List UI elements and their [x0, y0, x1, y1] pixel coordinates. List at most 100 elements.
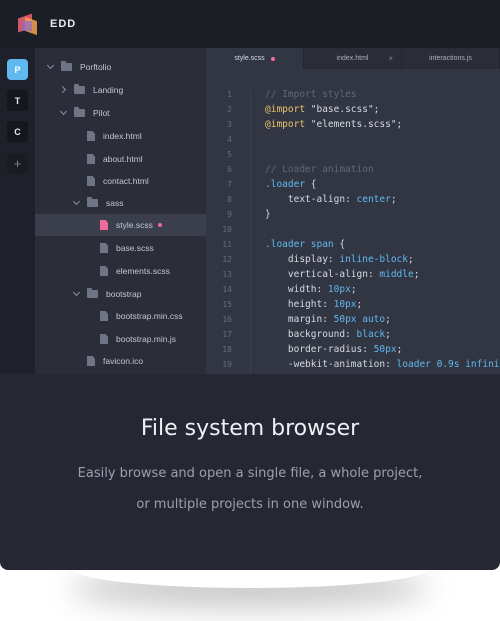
tree-item-label: bootstrap: [106, 289, 142, 299]
app-name: EDD: [50, 18, 77, 30]
file-icon: [100, 334, 108, 344]
line-number: 10: [222, 225, 232, 234]
tree-item-contact-html[interactable]: contact.html: [35, 170, 206, 192]
code-line: @import "base.scss";: [265, 104, 380, 115]
line-number: 14: [222, 285, 232, 294]
code-line: text-align: center;: [265, 194, 397, 205]
feature-description-line-1: Easily browse and open a single file, a …: [77, 466, 423, 481]
close-tab-icon[interactable]: ×: [388, 54, 393, 63]
code-line: vertical-align: middle;: [265, 269, 420, 280]
tree-item-about-html[interactable]: about.html: [35, 148, 206, 170]
tab-label: style.scss: [234, 55, 265, 62]
code-line: .loader {: [265, 179, 317, 190]
tree-item-style-scss[interactable]: style.scss: [35, 214, 206, 236]
line-number: 1: [227, 90, 232, 99]
file-icon: [87, 176, 95, 186]
tree-item-label: Porftolio: [80, 62, 112, 72]
tree-item-label: base.scss: [116, 243, 154, 253]
feature-card: EDD P T C + Porftolio Landing Pilot inde…: [0, 0, 500, 570]
file-icon: [100, 220, 108, 230]
folder-icon: [61, 61, 72, 71]
tree-item-bootstrap-min-js[interactable]: bootstrap.min.js: [35, 328, 206, 350]
tree-item-label: elements.scss: [116, 266, 170, 276]
chevron-right-icon: [60, 86, 68, 94]
folder-icon: [74, 84, 85, 94]
line-number: 4: [227, 135, 232, 144]
code-line: .loader span {: [265, 239, 346, 250]
tree-item-label: favicon.ico: [103, 356, 144, 366]
line-number: 16: [222, 315, 232, 324]
line-number: 7: [227, 180, 232, 189]
line-number: 5: [227, 150, 232, 159]
tree-item-pilot[interactable]: Pilot: [35, 102, 206, 124]
file-icon: [87, 356, 95, 366]
folder-icon: [74, 107, 85, 117]
project-button-c[interactable]: C: [7, 121, 28, 142]
line-number: 6: [227, 165, 232, 174]
tree-item-bootstrap[interactable]: bootstrap: [35, 283, 206, 305]
tree-item-sass[interactable]: sass: [35, 192, 206, 214]
tree-item-bootstrap-min-css[interactable]: bootstrap.min.css: [35, 305, 206, 327]
tree-item-base-scss[interactable]: base.scss: [35, 237, 206, 259]
chevron-down-icon: [73, 199, 81, 207]
code-line: }: [265, 209, 271, 220]
line-number: 18: [222, 345, 232, 354]
code-line: border-radius: 50px;: [265, 344, 403, 355]
line-number: 2: [227, 105, 232, 114]
line-number: 13: [222, 270, 232, 279]
file-tree: Porftolio Landing Pilot index.html about…: [35, 48, 206, 374]
tab-index-html[interactable]: index.html ×: [304, 48, 402, 69]
modified-indicator-icon: [157, 223, 162, 227]
folder-icon: [87, 288, 98, 298]
project-rail: P T C +: [0, 48, 35, 374]
feature-description-line-2: or multiple projects in one window.: [136, 497, 364, 512]
tree-item-label: Pilot: [93, 108, 110, 118]
line-number: 15: [222, 300, 232, 309]
line-number: 19: [222, 360, 232, 369]
tree-item-elements-scss[interactable]: elements.scss: [35, 260, 206, 282]
tab-style-scss[interactable]: style.scss: [206, 48, 304, 69]
line-number: 9: [227, 210, 232, 219]
project-button-t[interactable]: T: [7, 90, 28, 111]
code-line: // Import styles: [265, 89, 357, 100]
tree-item-label: sass: [106, 198, 124, 208]
line-number: 17: [222, 330, 232, 339]
line-number: 12: [222, 255, 232, 264]
file-icon: [87, 154, 95, 164]
code-line: // Loader animation: [265, 164, 374, 175]
tree-item-landing[interactable]: Landing: [35, 79, 206, 101]
tree-item-label: contact.html: [103, 176, 149, 186]
add-project-button[interactable]: +: [7, 153, 28, 174]
file-icon: [100, 266, 108, 276]
tree-item-label: bootstrap.min.css: [116, 311, 183, 321]
line-number: 11: [222, 240, 232, 249]
project-button-p[interactable]: P: [7, 59, 28, 80]
tree-item-label: about.html: [103, 154, 143, 164]
title-bar: EDD: [0, 0, 500, 48]
chevron-down-icon: [73, 290, 81, 298]
tree-item-porftolio[interactable]: Porftolio: [35, 56, 206, 78]
editor-tabs: style.scss index.html × interactions.js: [206, 48, 500, 69]
tree-item-index-html[interactable]: index.html: [35, 125, 206, 147]
indent-guide: [250, 90, 251, 374]
file-icon: [100, 311, 108, 321]
tab-label: interactions.js: [429, 55, 472, 62]
chevron-down-icon: [47, 63, 55, 71]
code-line: -webkit-animation: loader 0.9s infinite: [265, 359, 500, 370]
code-line: background: black;: [265, 329, 391, 340]
tree-item-label: style.scss: [116, 220, 153, 230]
tab-interactions-js[interactable]: interactions.js: [402, 48, 500, 69]
tree-item-favicon-ico[interactable]: favicon.ico: [35, 350, 206, 372]
line-number: 3: [227, 120, 232, 129]
feature-title: File system browser: [140, 416, 360, 441]
code-line: width: 10px;: [265, 284, 357, 295]
code-line: height: 10px;: [265, 299, 363, 310]
code-line: margin: 50px auto;: [265, 314, 391, 325]
tree-item-label: index.html: [103, 131, 142, 141]
chevron-down-icon: [60, 109, 68, 117]
edd-logo-icon: [18, 13, 40, 36]
code-line: @import "elements.scss";: [265, 119, 403, 130]
modified-indicator-icon: [270, 56, 275, 61]
tree-item-label: bootstrap.min.js: [116, 334, 176, 344]
line-number: 8: [227, 195, 232, 204]
